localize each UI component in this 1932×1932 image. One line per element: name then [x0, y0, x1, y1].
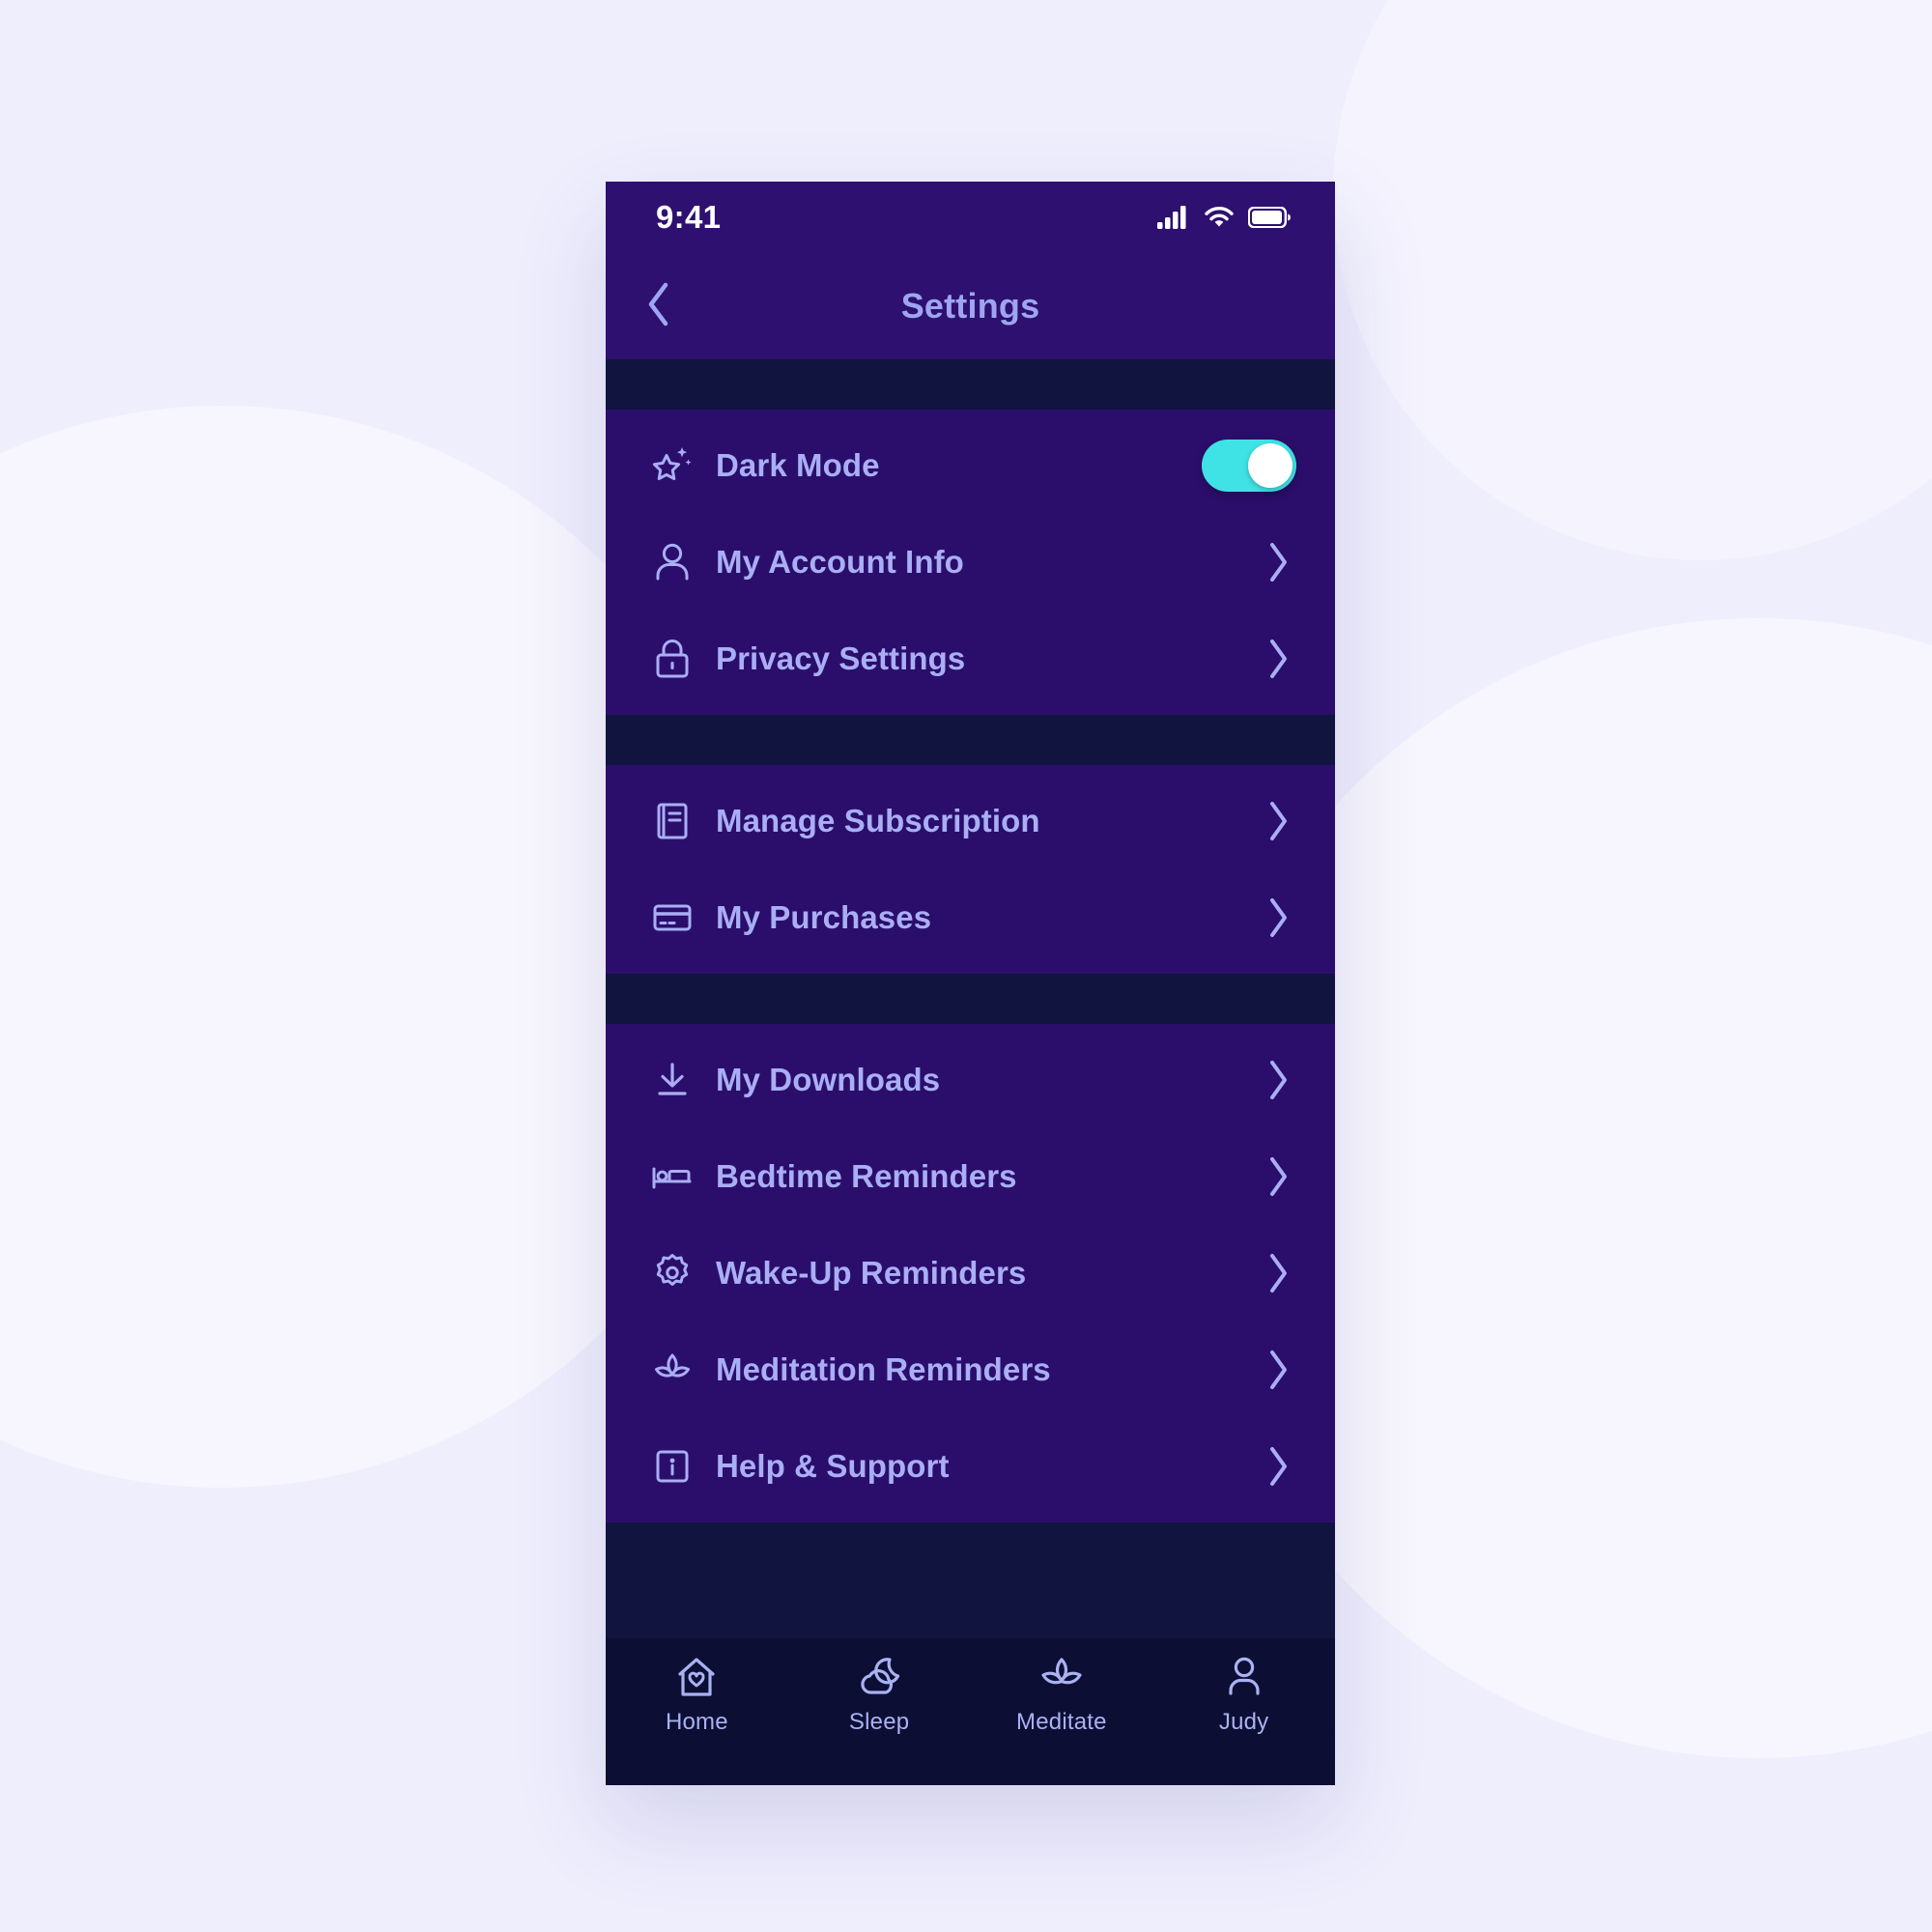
settings-section-billing: Manage Subscription My Purchases — [606, 765, 1335, 974]
settings-row-my-account-info[interactable]: My Account Info — [606, 514, 1335, 611]
phone-frame: 9:41 Settings Dark Mode My Account Info … — [606, 182, 1335, 1785]
settings-row-bedtime-reminders[interactable]: Bedtime Reminders — [606, 1128, 1335, 1225]
person-icon — [644, 540, 716, 584]
settings-row-my-purchases[interactable]: My Purchases — [606, 869, 1335, 966]
battery-icon — [1248, 207, 1291, 228]
settings-row-label: Bedtime Reminders — [716, 1158, 1017, 1194]
chevron-right-icon — [1265, 896, 1296, 939]
house-heart-icon — [672, 1654, 721, 1700]
settings-row-label: My Account Info — [716, 544, 964, 580]
back-button[interactable] — [644, 277, 702, 335]
settings-row-manage-subscription[interactable]: Manage Subscription — [606, 773, 1335, 869]
tab-label: Meditate — [1016, 1709, 1107, 1735]
settings-row-wake-up-reminders[interactable]: Wake-Up Reminders — [606, 1225, 1335, 1321]
tab-sleep[interactable]: Sleep — [788, 1654, 971, 1736]
chevron-right-icon — [1265, 1155, 1296, 1198]
settings-row-label: My Downloads — [716, 1062, 941, 1097]
chevron-right-icon — [1265, 1059, 1296, 1101]
cellular-signal-icon — [1157, 206, 1190, 229]
navigation-bar: Settings — [606, 253, 1335, 359]
book-icon — [644, 799, 716, 843]
settings-row-meditation-reminders[interactable]: Meditation Reminders — [606, 1321, 1335, 1418]
app-header: 9:41 Settings — [606, 182, 1335, 359]
star-sparkle-icon — [644, 443, 716, 488]
tab-label: Sleep — [848, 1709, 910, 1735]
status-bar: 9:41 — [606, 182, 1335, 253]
chevron-left-icon — [644, 281, 673, 332]
section-spacer — [606, 974, 1335, 1024]
tab-label: Judy — [1218, 1709, 1269, 1735]
lock-icon — [644, 637, 716, 681]
settings-row-privacy-settings[interactable]: Privacy Settings — [606, 611, 1335, 707]
page-title: Settings — [900, 286, 1040, 326]
status-bar-time: 9:41 — [656, 199, 722, 235]
help-box-icon — [644, 1444, 716, 1489]
section-spacer — [606, 715, 1335, 765]
chevron-right-icon — [1265, 638, 1296, 680]
tab-label: Home — [665, 1709, 728, 1735]
cloud-moon-icon — [855, 1654, 903, 1700]
settings-row-help-and-support[interactable]: Help & Support — [606, 1418, 1335, 1515]
chevron-right-icon — [1265, 800, 1296, 842]
download-icon — [644, 1058, 716, 1102]
tab-judy[interactable]: Judy — [1152, 1654, 1335, 1736]
tab-meditate[interactable]: Meditate — [971, 1654, 1153, 1736]
settings-row-label: Help & Support — [716, 1448, 950, 1484]
toggle-knob — [1248, 443, 1293, 488]
tab-home[interactable]: Home — [606, 1654, 788, 1736]
chevron-right-icon — [1265, 1252, 1296, 1294]
lotus-icon — [644, 1348, 716, 1392]
settings-row-label: My Purchases — [716, 899, 932, 935]
chevron-right-icon — [1265, 1445, 1296, 1488]
chevron-right-icon — [1265, 1349, 1296, 1391]
settings-scroll-area[interactable]: Dark Mode My Account Info Privacy Settin… — [606, 359, 1335, 1638]
credit-card-icon — [644, 895, 716, 940]
bed-icon — [644, 1154, 716, 1199]
status-bar-icons — [1157, 206, 1291, 229]
section-spacer — [606, 359, 1335, 410]
chevron-right-icon — [1265, 541, 1296, 583]
sun-icon — [644, 1251, 716, 1295]
settings-row-label: Privacy Settings — [716, 640, 966, 676]
bottom-tab-bar: Home Sleep Meditate Judy — [606, 1638, 1335, 1785]
wifi-icon — [1204, 206, 1235, 229]
settings-row-label: Manage Subscription — [716, 803, 1040, 838]
dark-mode-toggle[interactable] — [1202, 440, 1296, 492]
decorative-circle-top-right — [1333, 0, 1932, 560]
settings-row-label: Wake-Up Reminders — [716, 1255, 1027, 1291]
person-icon — [1220, 1654, 1268, 1700]
settings-section-reminders: My Downloads Bedtime Reminders Wake-Up R… — [606, 1024, 1335, 1522]
settings-row-dark-mode[interactable]: Dark Mode — [606, 417, 1335, 514]
settings-row-label: Meditation Reminders — [716, 1351, 1051, 1387]
settings-section-account: Dark Mode My Account Info Privacy Settin… — [606, 410, 1335, 715]
settings-row-label: Dark Mode — [716, 447, 880, 483]
settings-row-my-downloads[interactable]: My Downloads — [606, 1032, 1335, 1128]
lotus-icon — [1037, 1654, 1086, 1700]
